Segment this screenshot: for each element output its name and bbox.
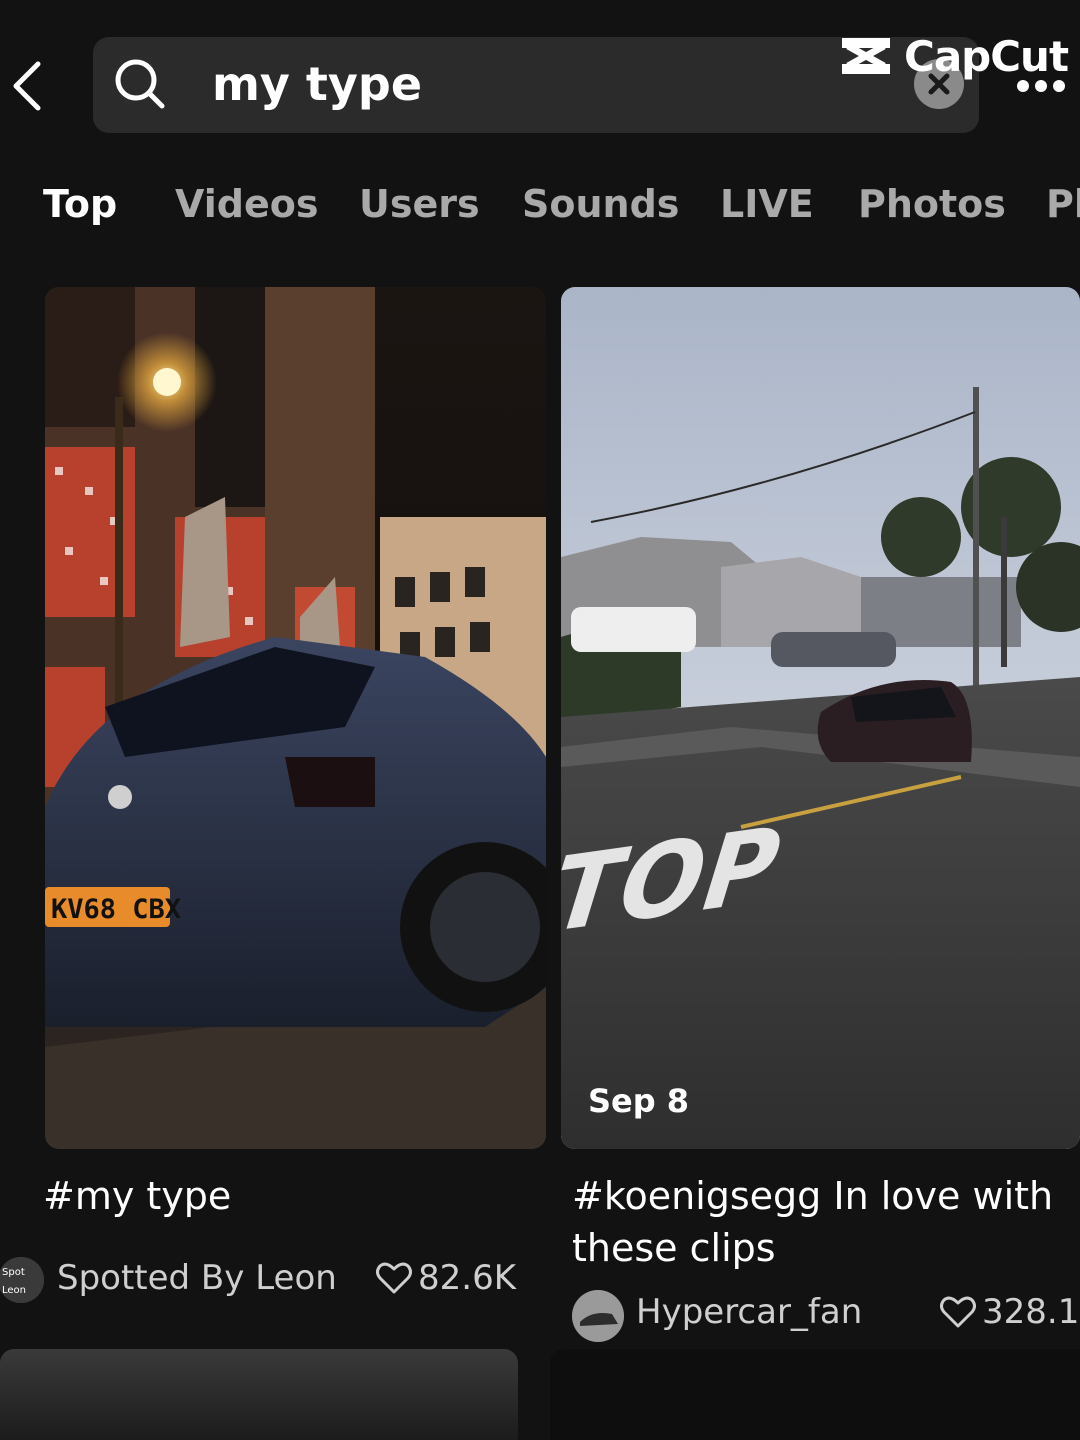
tab-photos[interactable]: Photos	[858, 180, 1006, 228]
video-thumbnail[interactable]	[550, 1349, 1080, 1440]
post-date: Sep 8	[588, 1082, 690, 1120]
like-count-value: 328.1K	[982, 1292, 1080, 1332]
like-count: 328.1K	[940, 1292, 1080, 1332]
tab-sounds[interactable]: Sounds	[522, 180, 679, 228]
video-thumbnail[interactable]: KV68 CBX	[45, 287, 546, 1149]
more-options-button[interactable]	[1016, 78, 1066, 92]
like-count: 82.6K	[376, 1258, 516, 1298]
tab-playlists[interactable]: Pl	[1046, 180, 1080, 228]
author-name[interactable]: Spotted By Leon	[57, 1258, 337, 1298]
video-thumbnail[interactable]: STOP	[561, 287, 1080, 1149]
capcut-logo-text: CapCut	[904, 31, 1069, 81]
capcut-logo-icon	[842, 38, 890, 74]
video-caption-line: these clips	[572, 1226, 776, 1270]
avatar[interactable]: Spot Leon	[0, 1257, 44, 1303]
tab-videos[interactable]: Videos	[175, 180, 318, 228]
capcut-watermark: CapCut	[838, 28, 1069, 84]
author-name[interactable]: Hypercar_fan	[636, 1292, 862, 1332]
tab-top[interactable]: Top	[43, 180, 117, 228]
avatar[interactable]	[572, 1290, 624, 1342]
license-plate-text: KV68 CBX	[51, 894, 181, 925]
heart-icon	[940, 1296, 976, 1328]
video-caption[interactable]: #my type	[43, 1170, 231, 1222]
search-icon	[112, 56, 168, 112]
video-caption-line: #koenigsegg In love with	[572, 1174, 1054, 1218]
video-caption[interactable]: #koenigsegg In love with these clips	[572, 1170, 1072, 1274]
heart-icon	[376, 1262, 412, 1294]
like-count-value: 82.6K	[418, 1258, 516, 1298]
chevron-left-icon	[13, 61, 41, 111]
more-dots-icon	[1017, 80, 1065, 92]
search-tabs: Top Videos Users Sounds LIVE Photos Pl	[0, 180, 1080, 240]
svg-text:Spot: Spot	[2, 1267, 25, 1278]
svg-text:Leon: Leon	[2, 1285, 26, 1296]
tab-live[interactable]: LIVE	[720, 180, 814, 228]
back-button[interactable]	[8, 58, 48, 114]
video-thumbnail[interactable]	[0, 1349, 518, 1440]
search-input[interactable]: my type	[212, 56, 422, 112]
tab-users[interactable]: Users	[359, 180, 480, 228]
